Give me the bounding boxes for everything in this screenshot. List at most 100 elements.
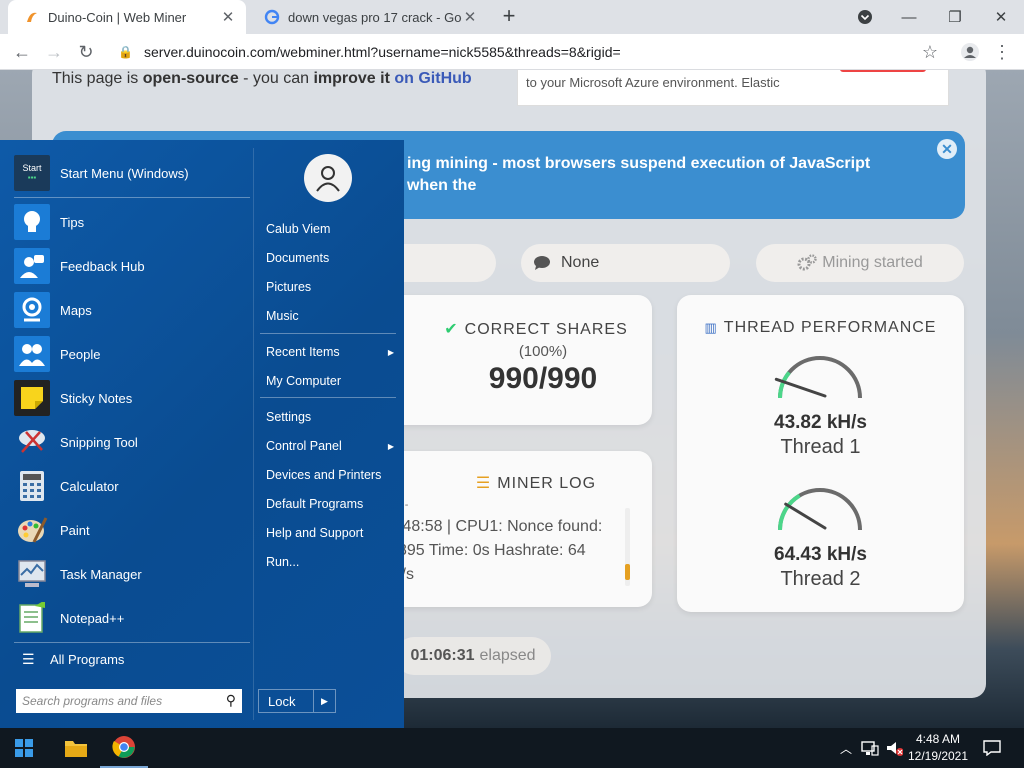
start-menu-item-people[interactable]: People: [14, 333, 244, 375]
taskbar: ︿ 4:48 AM 12/19/2021: [0, 728, 1024, 768]
miner-log-card: ☰MINER LOG - - :48:58 | CPU1: Nonce foun…: [380, 451, 652, 607]
chrome-icon[interactable]: [100, 728, 148, 768]
profile-icon[interactable]: [956, 38, 984, 66]
notice-bold: improve it: [313, 70, 390, 87]
gauge-1: [774, 356, 862, 399]
start-menu-item-paint[interactable]: Paint: [14, 509, 244, 551]
restore-icon[interactable]: ❐: [932, 0, 978, 34]
shares-percent: (100%): [518, 343, 568, 360]
start-menu-item-notepad-plus-plus[interactable]: Notepad++: [14, 597, 244, 639]
start-search-input[interactable]: Search programs and files ⚲: [16, 689, 242, 713]
menu-item-label: Start Menu (Windows): [60, 165, 189, 181]
right-item-devices-and-printers[interactable]: Devices and Printers: [266, 465, 394, 485]
log-scrollbar-thumb[interactable]: [625, 564, 630, 580]
right-item-help-and-support[interactable]: Help and Support: [266, 523, 394, 543]
user-icon: [316, 166, 340, 192]
right-item-default-programs[interactable]: Default Programs: [266, 494, 394, 514]
right-item-label: Help and Support: [266, 526, 364, 540]
ad-text: to your Microsoft Azure environment. Ela…: [526, 75, 780, 90]
chevron-right-icon[interactable]: ▶: [313, 690, 335, 712]
github-link[interactable]: on GitHub: [394, 70, 471, 87]
correct-shares-card: ✔ CORRECT SHARES (100%) 990/990: [380, 295, 652, 425]
ad-button-edge[interactable]: [840, 70, 926, 72]
new-tab-button[interactable]: +: [498, 5, 520, 27]
menu-item-label: Maps: [60, 302, 92, 318]
thread-label: Thread 1: [780, 436, 861, 458]
tab-google-search[interactable]: down vegas pro 17 crack - Goog ✕: [248, 0, 488, 34]
start-menu-item-sticky-notes[interactable]: Sticky Notes: [14, 377, 244, 419]
all-programs-label: All Programs: [50, 651, 125, 667]
browser-toolbar: ← → ↻ 🔒 server.duinocoin.com/webminer.ht…: [0, 34, 1024, 70]
gears-icon: [797, 254, 817, 272]
notepad-icon: [14, 600, 50, 636]
user-avatar[interactable]: [304, 154, 352, 202]
lock-button[interactable]: Lock ▶: [258, 689, 336, 713]
menu-item-label: Tips: [60, 214, 85, 230]
start-menu-item-task-manager[interactable]: Task Manager: [14, 553, 244, 595]
menu-item-label: Paint: [60, 522, 90, 538]
menu-item-label: Task Manager: [60, 566, 142, 582]
right-item-settings[interactable]: Settings: [266, 407, 394, 427]
lock-label: Lock: [268, 693, 296, 709]
banner-close-icon[interactable]: ✕: [937, 139, 957, 159]
lightbulb-icon: [14, 204, 50, 240]
start-menu-item-calculator[interactable]: Calculator: [14, 465, 244, 507]
thread-performance-card: ▥ THREAD PERFORMANCE 43.82 kH/s Thread 1 …: [677, 295, 964, 612]
menu-item-label: People: [60, 346, 101, 362]
back-icon[interactable]: ←: [8, 38, 36, 66]
minimize-icon[interactable]: —: [886, 0, 932, 34]
network-icon[interactable]: [858, 728, 882, 768]
right-item-calub-viem[interactable]: Calub Viem: [266, 219, 394, 239]
right-item-pictures[interactable]: Pictures: [266, 277, 394, 297]
task-manager-icon: [14, 556, 50, 592]
right-item-documents[interactable]: Documents: [266, 248, 394, 268]
tab-duino-coin[interactable]: Duino-Coin | Web Miner ✕: [8, 0, 246, 34]
bookmark-star-icon[interactable]: ☆: [916, 38, 944, 66]
right-item-my-computer[interactable]: My Computer: [266, 371, 394, 391]
calculator-icon: [14, 468, 50, 504]
start-menu-item-snipping-tool[interactable]: Snipping Tool: [14, 421, 244, 463]
ad-box[interactable]: to your Microsoft Azure environment. Ela…: [517, 70, 949, 106]
tab-search-icon[interactable]: [842, 0, 888, 34]
volume-muted-icon[interactable]: [882, 728, 906, 768]
map-pin-icon: [14, 292, 50, 328]
chevron-up-icon[interactable]: ︿: [834, 728, 858, 768]
menu-divider: [14, 197, 250, 198]
list-icon: ☰: [22, 650, 35, 667]
menu-divider: [14, 642, 250, 643]
right-item-control-panel[interactable]: Control Panel ▶: [266, 436, 394, 456]
system-clock[interactable]: 4:48 AM 12/19/2021: [905, 731, 971, 765]
menu-item-label: Feedback Hub: [60, 258, 145, 274]
all-programs-button[interactable]: ☰ All Programs: [14, 648, 244, 670]
people-icon: [14, 336, 50, 372]
windows-start-icon[interactable]: [0, 728, 48, 768]
start-menu-item-maps[interactable]: Maps: [14, 289, 244, 331]
url-text: server.duinocoin.com/webminer.html?usern…: [144, 44, 621, 60]
clock-time: 4:48 AM: [915, 732, 961, 746]
right-item-music[interactable]: Music: [266, 306, 394, 326]
right-item-run[interactable]: Run...: [266, 552, 394, 572]
menu-dots-icon[interactable]: ⋮: [988, 38, 1016, 66]
start-menu-item-start-menu[interactable]: Start ▪▪▪ Start Menu (Windows): [14, 152, 244, 194]
notifications-icon[interactable]: [980, 728, 1004, 768]
right-item-recent-items[interactable]: Recent Items ▶: [266, 342, 394, 362]
log-line: 895 Time: 0s Hashrate: 64: [398, 542, 586, 559]
mining-status-button[interactable]: Mining started: [756, 244, 964, 282]
start-menu-left-pane: Start ▪▪▪ Start Menu (Windows) Tips Feedb…: [8, 140, 250, 728]
close-window-icon[interactable]: ✕: [978, 0, 1024, 34]
reload-icon[interactable]: ↻: [72, 38, 100, 66]
start-menu: Start ▪▪▪ Start Menu (Windows) Tips Feedb…: [0, 140, 404, 728]
tab-close-icon[interactable]: ✕: [220, 8, 236, 26]
start-menu-item-tips[interactable]: Tips: [14, 201, 244, 243]
search-icon[interactable]: ⚲: [226, 692, 236, 709]
forward-icon[interactable]: →: [40, 38, 68, 66]
start-menu-item-feedback-hub[interactable]: Feedback Hub: [14, 245, 244, 287]
log-title-row: ☰ MINER LOG: [380, 473, 652, 493]
log-scrollbar[interactable]: [625, 508, 630, 586]
address-bar[interactable]: 🔒 server.duinocoin.com/webminer.html?use…: [110, 38, 950, 66]
log-title: MINER LOG: [497, 475, 597, 492]
file-explorer-icon[interactable]: [52, 728, 100, 768]
google-favicon-icon: [264, 9, 280, 25]
right-item-label: Run...: [266, 555, 300, 569]
tab-close-icon[interactable]: ✕: [462, 8, 478, 26]
